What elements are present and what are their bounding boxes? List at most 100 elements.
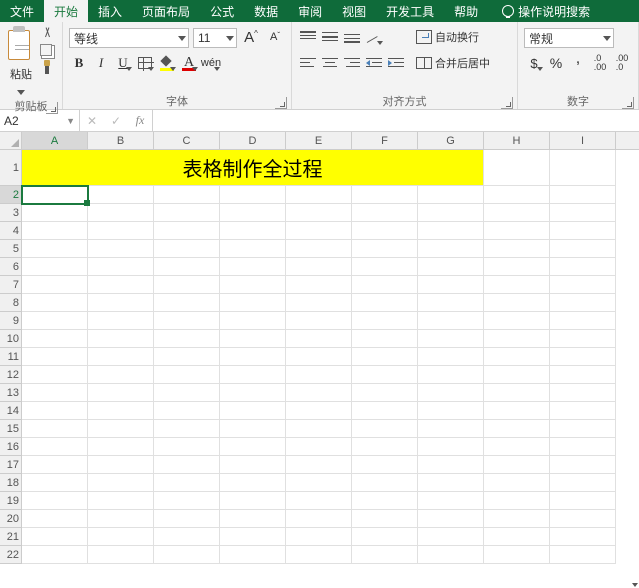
- cell[interactable]: [352, 510, 418, 528]
- phonetic-guide-button[interactable]: wén: [201, 54, 221, 72]
- cell[interactable]: [154, 276, 220, 294]
- cell[interactable]: [88, 438, 154, 456]
- row-header-13[interactable]: 13: [0, 384, 22, 402]
- cell[interactable]: [220, 258, 286, 276]
- tell-me-search[interactable]: 操作说明搜索: [492, 0, 600, 22]
- cell[interactable]: [352, 276, 418, 294]
- cell[interactable]: [22, 492, 88, 510]
- cell[interactable]: [220, 456, 286, 474]
- cell[interactable]: [352, 420, 418, 438]
- cell[interactable]: [352, 402, 418, 420]
- cell[interactable]: [88, 294, 154, 312]
- cell[interactable]: [418, 474, 484, 492]
- font-launcher[interactable]: [275, 97, 287, 109]
- cell[interactable]: [550, 474, 616, 492]
- cell[interactable]: [484, 546, 550, 564]
- column-header-C[interactable]: C: [154, 132, 220, 149]
- cell[interactable]: [286, 204, 352, 222]
- cell[interactable]: [484, 186, 550, 204]
- cell[interactable]: [352, 258, 418, 276]
- cell[interactable]: [286, 186, 352, 204]
- cell[interactable]: [418, 528, 484, 546]
- align-middle-button[interactable]: [320, 28, 340, 46]
- cell[interactable]: [154, 294, 220, 312]
- align-right-button[interactable]: [342, 54, 362, 72]
- font-color-button[interactable]: A: [179, 54, 199, 72]
- cell[interactable]: [484, 312, 550, 330]
- cell[interactable]: [22, 348, 88, 366]
- cell[interactable]: [418, 510, 484, 528]
- cell[interactable]: [154, 330, 220, 348]
- cell[interactable]: [154, 204, 220, 222]
- cell[interactable]: [220, 294, 286, 312]
- row-header-4[interactable]: 4: [0, 222, 22, 240]
- cell[interactable]: [154, 348, 220, 366]
- cell[interactable]: [22, 258, 88, 276]
- cell[interactable]: [22, 510, 88, 528]
- cell[interactable]: [418, 546, 484, 564]
- cell[interactable]: [220, 438, 286, 456]
- cell[interactable]: [418, 276, 484, 294]
- copy-button[interactable]: [40, 44, 52, 56]
- column-header-D[interactable]: D: [220, 132, 286, 149]
- row-header-15[interactable]: 15: [0, 420, 22, 438]
- cell[interactable]: [550, 204, 616, 222]
- font-name-dropdown[interactable]: 等线: [69, 28, 189, 48]
- cell[interactable]: [484, 402, 550, 420]
- cell[interactable]: [550, 546, 616, 564]
- cell[interactable]: [88, 528, 154, 546]
- number-format-dropdown[interactable]: 常规: [524, 28, 614, 48]
- comma-format-button[interactable]: [568, 54, 588, 72]
- cell[interactable]: [418, 204, 484, 222]
- row-header-18[interactable]: 18: [0, 474, 22, 492]
- cell[interactable]: [286, 276, 352, 294]
- row-header-12[interactable]: 12: [0, 366, 22, 384]
- number-launcher[interactable]: [622, 97, 634, 109]
- cell[interactable]: [418, 366, 484, 384]
- cell[interactable]: [418, 222, 484, 240]
- column-header-A[interactable]: A: [22, 132, 88, 149]
- cell[interactable]: [352, 366, 418, 384]
- cell[interactable]: [22, 420, 88, 438]
- decrease-indent-button[interactable]: [364, 54, 384, 72]
- tab-review[interactable]: 审阅: [288, 0, 332, 22]
- cell[interactable]: [286, 474, 352, 492]
- tab-insert[interactable]: 插入: [88, 0, 132, 22]
- cell[interactable]: [352, 222, 418, 240]
- cell[interactable]: [88, 474, 154, 492]
- column-header-H[interactable]: H: [484, 132, 550, 149]
- cell[interactable]: [220, 348, 286, 366]
- column-header-G[interactable]: G: [418, 132, 484, 149]
- row-header-7[interactable]: 7: [0, 276, 22, 294]
- cell[interactable]: [220, 474, 286, 492]
- format-painter-button[interactable]: [40, 60, 54, 74]
- fx-icon[interactable]: fx: [128, 113, 152, 128]
- cell[interactable]: [286, 384, 352, 402]
- cell[interactable]: [22, 384, 88, 402]
- paste-button[interactable]: 粘贴: [6, 24, 36, 98]
- cell[interactable]: [154, 420, 220, 438]
- cell[interactable]: [286, 366, 352, 384]
- font-size-dropdown[interactable]: 11: [193, 28, 237, 48]
- cell[interactable]: [352, 312, 418, 330]
- decrease-font-button[interactable]: Aˇ: [265, 28, 285, 46]
- cell[interactable]: [550, 438, 616, 456]
- cell[interactable]: [286, 528, 352, 546]
- cell[interactable]: [154, 510, 220, 528]
- cell[interactable]: [220, 330, 286, 348]
- cell[interactable]: [484, 348, 550, 366]
- cell[interactable]: [22, 312, 88, 330]
- cell[interactable]: [352, 294, 418, 312]
- cell[interactable]: [88, 420, 154, 438]
- cell[interactable]: [88, 546, 154, 564]
- cell[interactable]: [418, 330, 484, 348]
- increase-indent-button[interactable]: [386, 54, 406, 72]
- cell[interactable]: [220, 366, 286, 384]
- cell[interactable]: [418, 258, 484, 276]
- row-header-8[interactable]: 8: [0, 294, 22, 312]
- cell[interactable]: [418, 186, 484, 204]
- cell[interactable]: [484, 258, 550, 276]
- cell[interactable]: [220, 420, 286, 438]
- cell[interactable]: [22, 456, 88, 474]
- cell[interactable]: [154, 546, 220, 564]
